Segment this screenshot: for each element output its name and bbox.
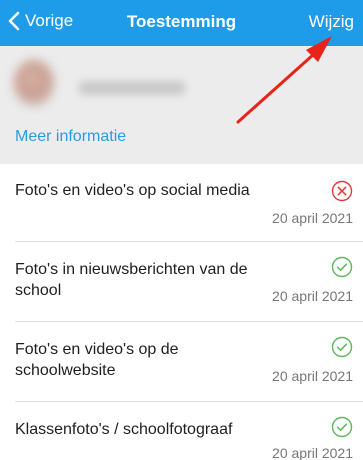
check-circle-icon xyxy=(331,336,353,358)
nav-bar: Vorige Toestemming Wijzig xyxy=(0,0,363,46)
more-info-link[interactable]: Meer informatie xyxy=(15,128,126,146)
chevron-left-icon xyxy=(8,11,20,31)
consent-item-class-photo[interactable]: Klassenfoto's / schoolfotograaf 20 april… xyxy=(0,402,363,460)
avatar xyxy=(14,60,54,106)
consent-date: 20 april 2021 xyxy=(272,445,353,460)
check-circle-icon xyxy=(331,416,353,438)
consent-item-news[interactable]: Foto's in nieuwsberichten van de school … xyxy=(0,242,363,322)
consent-item-social-media[interactable]: Foto's en video's op social media 20 apr… xyxy=(0,164,363,242)
consent-date: 20 april 2021 xyxy=(272,210,353,226)
consent-label: Foto's en video's op de schoolwebsite xyxy=(15,341,179,379)
consent-label: Foto's en video's op social media xyxy=(15,182,250,199)
consent-date: 20 april 2021 xyxy=(272,368,353,384)
x-circle-icon xyxy=(331,180,353,202)
back-button[interactable]: Vorige xyxy=(8,11,73,31)
edit-button[interactable]: Wijzig xyxy=(309,12,354,32)
back-label: Vorige xyxy=(25,11,74,30)
student-name-blurred xyxy=(78,81,186,95)
consent-date: 20 april 2021 xyxy=(272,288,353,304)
consent-label: Klassenfoto's / schoolfotograaf xyxy=(15,421,233,438)
profile-panel: Meer informatie xyxy=(0,46,363,164)
consent-item-website[interactable]: Foto's en video's op de schoolwebsite 20… xyxy=(0,322,363,402)
check-circle-icon xyxy=(331,256,353,278)
consent-label: Foto's in nieuwsberichten van de school xyxy=(15,261,248,299)
